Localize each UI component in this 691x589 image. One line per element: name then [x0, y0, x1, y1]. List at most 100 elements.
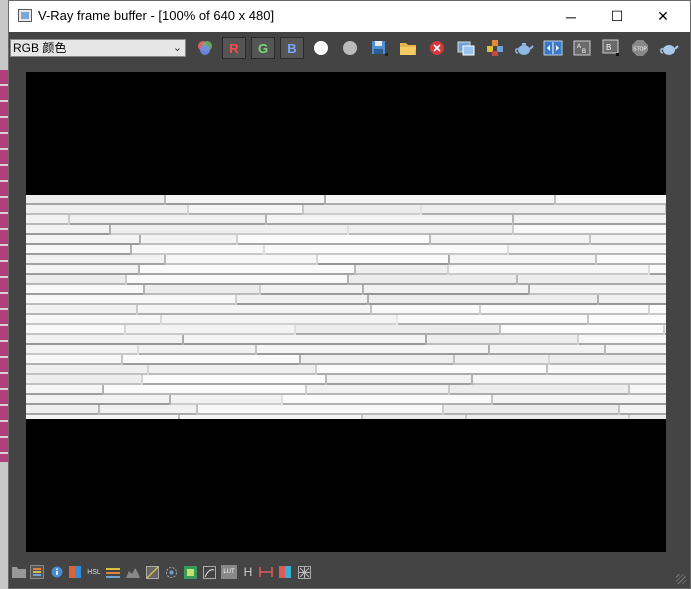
render-history-icon[interactable] — [30, 565, 44, 579]
wall-slab-shadow — [26, 233, 111, 235]
wall-slab-shadow — [317, 373, 548, 375]
wall-slab-shadow — [481, 313, 650, 315]
rendered-image[interactable] — [26, 72, 666, 552]
wall-slab-shadow — [307, 393, 450, 395]
stop-render-icon[interactable]: STOP — [628, 37, 652, 59]
wall-slab-edge — [109, 225, 111, 235]
minimize-button[interactable]: ─ — [548, 1, 594, 32]
wall-slab-shadow — [26, 363, 123, 365]
wall-slab-edge — [447, 265, 449, 275]
wall-slab-shadow — [171, 403, 283, 405]
svg-text:A: A — [577, 44, 581, 50]
background-image-icon[interactable] — [183, 565, 197, 579]
wall-slab-shadow — [455, 363, 550, 365]
wall-slab-shadow — [372, 313, 481, 315]
render-viewport[interactable] — [9, 63, 690, 560]
wall-slab-edge — [281, 395, 283, 405]
wall-slab-edge — [479, 305, 481, 315]
wall-slab-shadow — [189, 213, 304, 215]
render-teapot-icon[interactable] — [512, 37, 536, 59]
wall-slab-edge — [471, 375, 473, 385]
wall-slab-edge — [121, 355, 123, 365]
blue-channel-button[interactable]: B — [280, 37, 304, 59]
color-channels-icon[interactable] — [193, 37, 217, 59]
wall-slab-shadow — [550, 363, 666, 365]
channel-select[interactable]: RGB 颜色 ⌄ — [10, 39, 186, 57]
interactive-render-teapot-icon[interactable] — [657, 37, 681, 59]
wall-slab-edge — [263, 245, 265, 255]
pixel-aspect-icon[interactable] — [259, 565, 273, 579]
app-icon — [18, 9, 32, 22]
wall-slab-edge — [604, 345, 606, 355]
wall-slab-edge — [512, 225, 514, 235]
wall-slab-edge — [141, 375, 143, 385]
wall-slab-shadow — [620, 413, 666, 415]
red-channel-label: R — [229, 40, 239, 56]
wall-slab-shadow — [26, 263, 166, 265]
wall-slab-edge — [169, 395, 171, 405]
wall-slab-edge — [302, 205, 304, 215]
wall-slab-shadow — [450, 263, 597, 265]
wall-slab-edge — [448, 385, 450, 395]
maximize-button[interactable]: ☐ — [594, 1, 640, 32]
wall-slab-shadow — [548, 373, 666, 375]
wall-slab-shadow — [267, 223, 514, 225]
wall-slab-shadow — [449, 273, 650, 275]
wall-slab-shadow — [139, 353, 257, 355]
hdr-letter-icon[interactable]: H — [241, 565, 255, 579]
hsl-icon[interactable]: HSL — [86, 565, 102, 579]
compare-ab-horizontal-icon[interactable] — [541, 37, 565, 59]
wall-slab-shadow — [26, 213, 189, 215]
h-label: H — [243, 565, 253, 579]
wall-slab-shadow — [326, 203, 556, 205]
wall-slab-shadow — [579, 343, 666, 345]
wall-slab-edge — [235, 295, 237, 305]
wall-slab-shadow — [530, 293, 666, 295]
wall-slab-shadow — [26, 373, 149, 375]
gray-circle-icon[interactable] — [338, 37, 362, 59]
wall-slab-edge — [448, 255, 450, 265]
wall-slab-shadow — [26, 343, 184, 345]
wall-slab-edge — [587, 315, 589, 325]
color-correction-icon[interactable] — [68, 565, 82, 579]
lut-icon[interactable]: LUT — [221, 565, 237, 579]
green-channel-button[interactable]: G — [251, 37, 275, 59]
wall-slab-shadow — [301, 363, 455, 365]
wall-slab-shadow — [26, 313, 138, 315]
red-channel-button[interactable]: R — [222, 37, 246, 59]
wall-slab — [630, 415, 666, 419]
info-icon[interactable] — [50, 565, 64, 579]
wall-slab-edge — [347, 275, 349, 285]
exposure-icon[interactable] — [164, 565, 178, 579]
wall-slab-shadow — [589, 323, 666, 325]
save-icon[interactable] — [367, 37, 391, 59]
curve-icon[interactable] — [145, 565, 159, 579]
clear-image-icon[interactable] — [425, 37, 449, 59]
wall-slab-shadow — [26, 253, 132, 255]
wall-slab-edge — [597, 295, 599, 305]
wall-slab-edge — [420, 205, 422, 215]
wall-slab-shadow — [473, 383, 666, 385]
wall-slab-edge — [236, 235, 238, 245]
folder-icon[interactable] — [12, 565, 26, 579]
resize-grip[interactable] — [676, 574, 686, 584]
blue-channel-label: B — [287, 40, 297, 56]
histogram-icon[interactable] — [126, 565, 140, 579]
wall-slab-edge — [299, 355, 301, 365]
track-mouse-icon[interactable] — [483, 37, 507, 59]
lens-effects-icon[interactable] — [202, 565, 216, 579]
compare-ab-icon[interactable]: AB — [570, 37, 594, 59]
grid-settings-icon[interactable] — [297, 565, 311, 579]
stereo-icon[interactable] — [278, 565, 292, 579]
white-circle-icon[interactable] — [309, 37, 333, 59]
wall-slab-edge — [488, 345, 490, 355]
wall-slab-shadow — [296, 333, 501, 335]
history-ab-icon[interactable]: B — [599, 37, 623, 59]
wall-slab-edge — [147, 365, 149, 375]
levels-icon[interactable] — [106, 565, 120, 579]
close-button[interactable]: ✕ — [640, 1, 686, 32]
open-folder-icon[interactable] — [396, 37, 420, 59]
duplicate-to-max-frame-buffer-icon[interactable] — [454, 37, 478, 59]
wall-slab-shadow — [26, 393, 104, 395]
wall-slab-shadow — [26, 413, 100, 415]
